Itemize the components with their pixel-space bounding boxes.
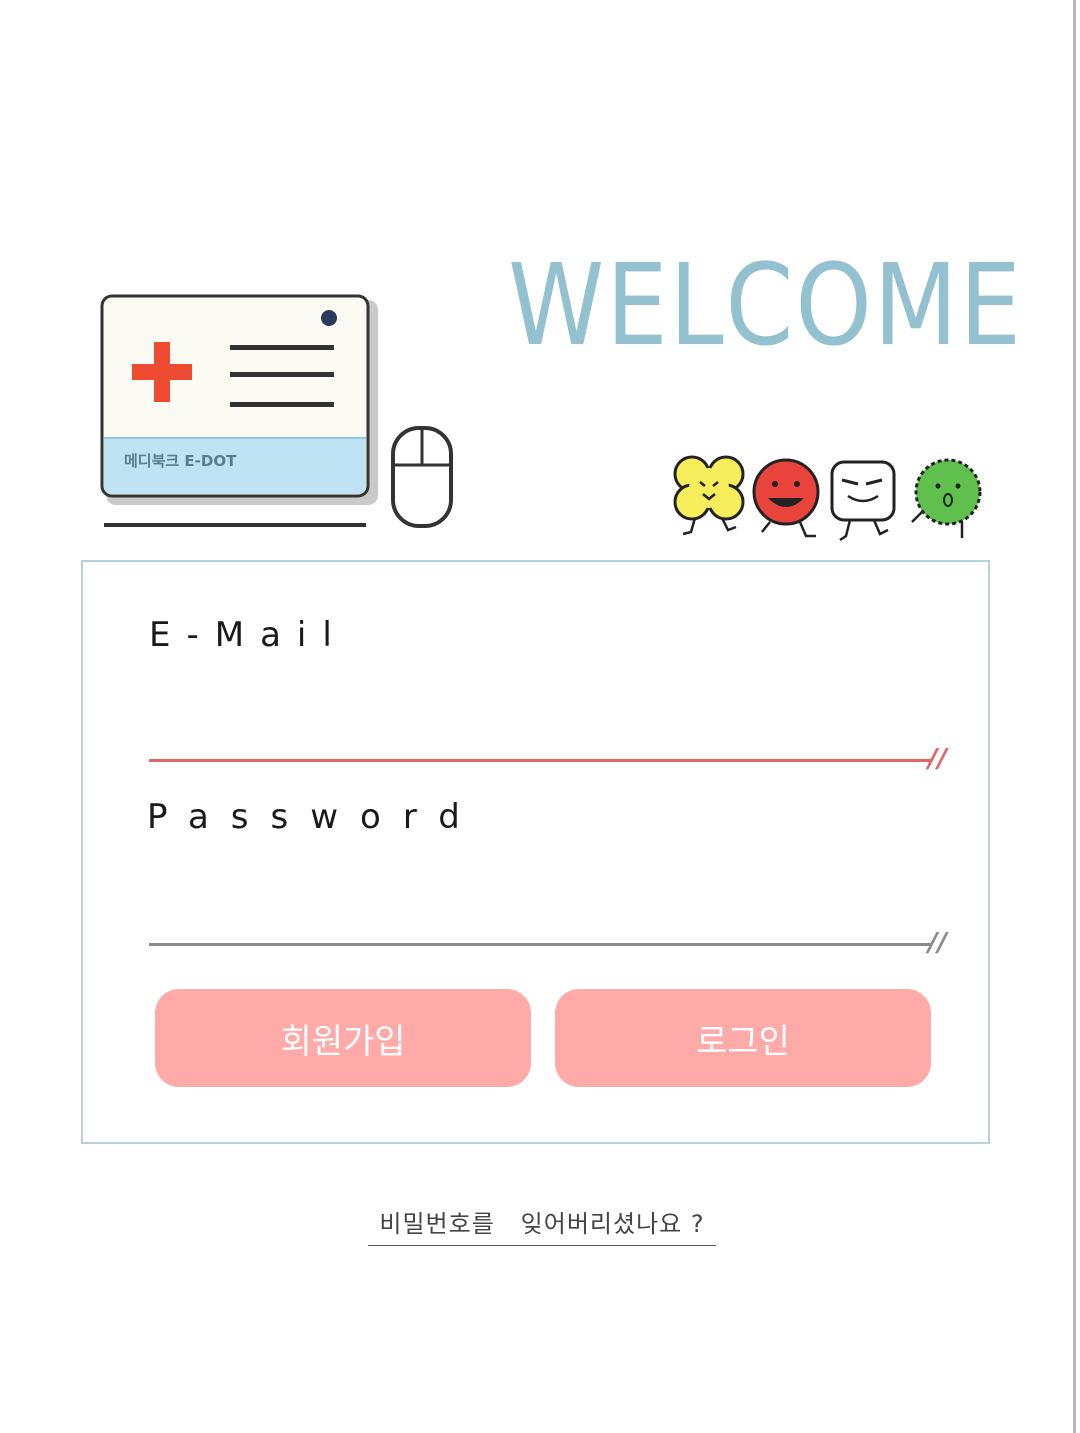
green-spiky-character xyxy=(911,458,982,538)
login-form-card: E-Mail // Password // 회원가입 로그인 xyxy=(81,560,990,1144)
password-input[interactable] xyxy=(149,894,939,938)
mouse-icon xyxy=(391,426,453,528)
email-underline-tick-icon: // xyxy=(928,744,947,774)
email-underline xyxy=(149,759,931,762)
right-edge-divider xyxy=(1073,0,1076,1433)
yellow-flower-character xyxy=(673,455,745,536)
welcome-title: WELCOME xyxy=(508,241,1023,371)
monitor-illustration: 메디북크 E-DOT xyxy=(100,294,453,528)
password-label: Password xyxy=(147,797,482,837)
login-button[interactable]: 로그인 xyxy=(555,989,931,1087)
email-input[interactable] xyxy=(149,710,939,754)
password-underline-tick-icon: // xyxy=(928,928,947,958)
password-underline xyxy=(149,943,931,946)
monitor-screen-text: 메디북크 E-DOT xyxy=(124,452,237,470)
white-square-character xyxy=(830,460,896,542)
signup-button[interactable]: 회원가입 xyxy=(155,989,531,1087)
login-screen: 메디북크 E-DOT WELCOME E-Mail // Password //… xyxy=(0,0,1080,1433)
forgot-password-link[interactable]: 비밀번호를 잊어버리셨나요 ? xyxy=(368,1204,716,1246)
characters-illustration xyxy=(673,455,982,542)
red-ball-character xyxy=(752,458,820,538)
email-label: E-Mail xyxy=(149,615,348,655)
